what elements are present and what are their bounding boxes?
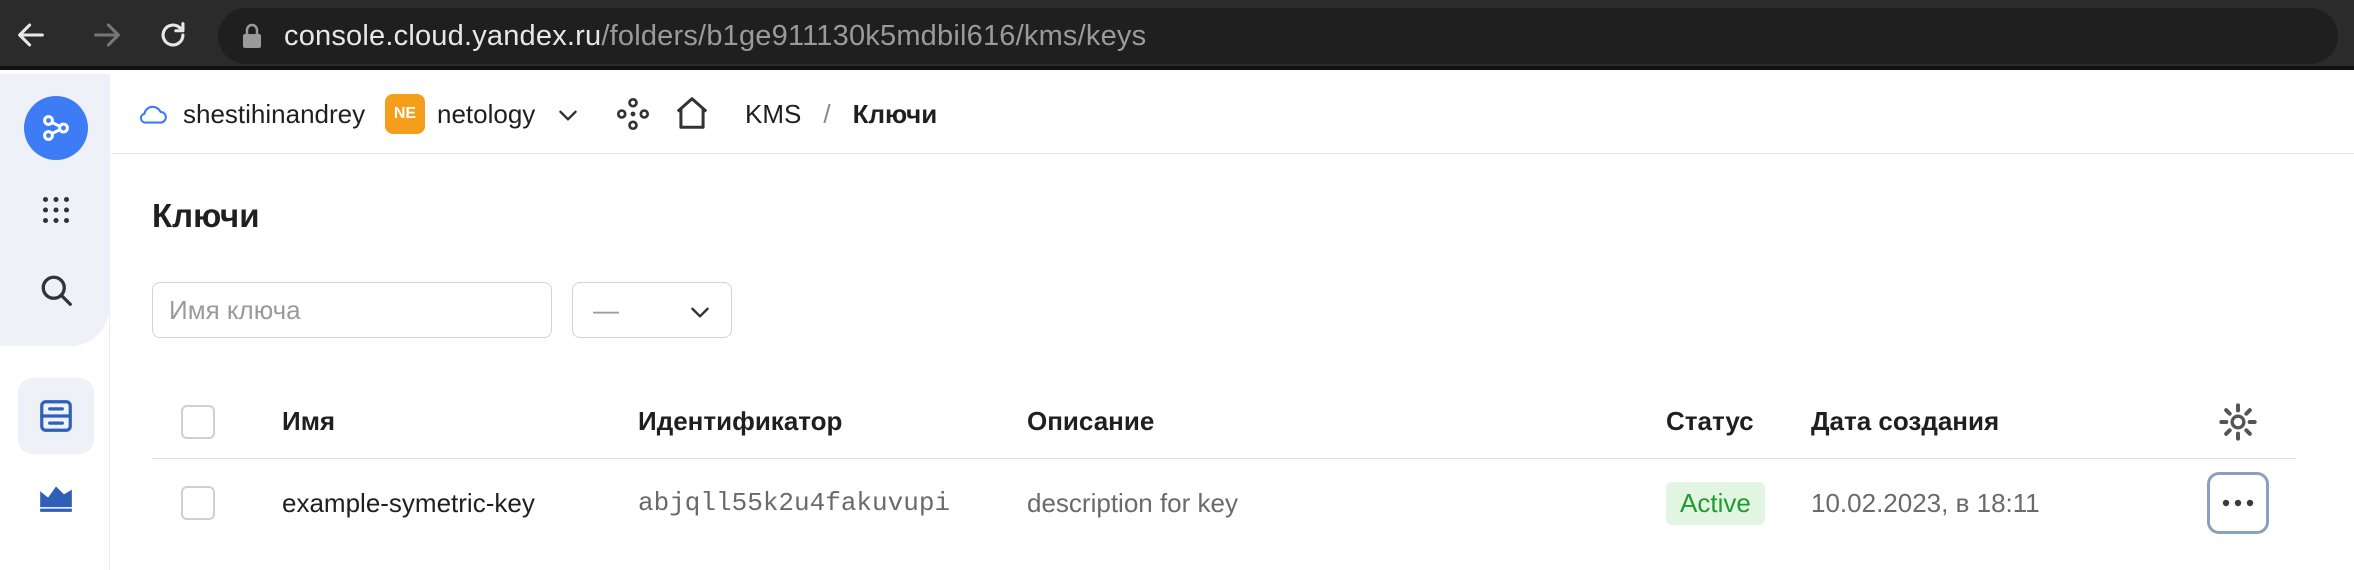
services-icon [43,115,69,141]
apps-grid-button[interactable] [28,182,84,238]
home-icon[interactable] [673,94,711,132]
monitoring-chart-icon [40,486,72,512]
lock-icon [243,23,261,48]
status-filter-select[interactable]: — [572,282,732,338]
apps-grid-icon [42,196,70,224]
reload-button[interactable] [152,14,194,56]
top-header: shestihinandrey NE netology KMS / Ключи [111,74,2354,154]
forward-arrow-icon [94,23,120,47]
org-name[interactable]: netology [437,74,535,154]
key-name-search-input[interactable] [152,282,552,338]
chevron-down-icon[interactable] [555,102,581,128]
select-all-checkbox[interactable] [181,404,215,439]
column-header-description[interactable]: Описание [1027,385,1154,458]
column-header-status[interactable]: Статус [1666,385,1754,458]
settings-gear-icon [2219,402,2257,441]
filter-value: — [593,295,619,325]
back-button[interactable] [10,14,52,56]
reload-icon [161,22,185,47]
column-header-id[interactable]: Идентификатор [638,385,842,458]
browser-toolbar: console.cloud.yandex.ru/folders/b1ge9111… [0,0,2354,70]
column-header-created[interactable]: Дата создания [1811,385,1999,458]
breadcrumb: KMS / Ключи [745,74,937,154]
key-id: abjqll55k2u4fakuvupi [638,488,951,518]
storage-icon [40,400,72,432]
services-button[interactable] [24,96,88,160]
key-name[interactable]: example-symetric-key [282,460,535,546]
back-arrow-icon [18,23,44,47]
storage-button[interactable] [18,378,94,454]
cloud-icon [139,105,167,124]
main-content: Ключи — Имя Идентификатор Описание Стату… [111,155,2354,570]
url-path: /folders/b1ge911130k5mdbil616/kms/keys [601,20,1147,52]
account-name[interactable]: shestihinandrey [183,74,365,154]
chevron-down-icon [691,307,709,318]
breadcrumb-service[interactable]: KMS [745,99,801,130]
org-badge: NE [385,94,425,134]
row-actions-button[interactable] [2207,472,2269,534]
table-row[interactable]: example-symetric-key abjqll55k2u4fakuvup… [152,460,2296,546]
page-title: Ключи [152,197,260,234]
forward-button[interactable] [86,14,128,56]
left-rail [0,74,110,570]
search-button[interactable] [28,262,84,318]
breadcrumb-current: Ключи [852,98,938,129]
service-graph-icon[interactable] [615,96,651,132]
breadcrumb-separator: / [823,98,831,129]
more-dots-icon [2222,499,2254,507]
table-settings-button[interactable] [2218,385,2258,458]
column-header-name[interactable]: Имя [282,385,335,458]
key-created-date: 10.02.2023, в 18:11 [1811,487,2040,518]
table-header: Имя Идентификатор Описание Статус Дата с… [152,385,2296,459]
monitoring-button[interactable] [28,468,84,524]
url-host: console.cloud.yandex.ru [284,20,602,52]
row-checkbox[interactable] [181,486,215,520]
search-icon [41,275,72,306]
address-url[interactable]: console.cloud.yandex.ru/folders/b1ge9111… [284,16,1146,56]
status-badge: Active [1666,481,1765,525]
key-description: description for key [1027,487,1238,518]
